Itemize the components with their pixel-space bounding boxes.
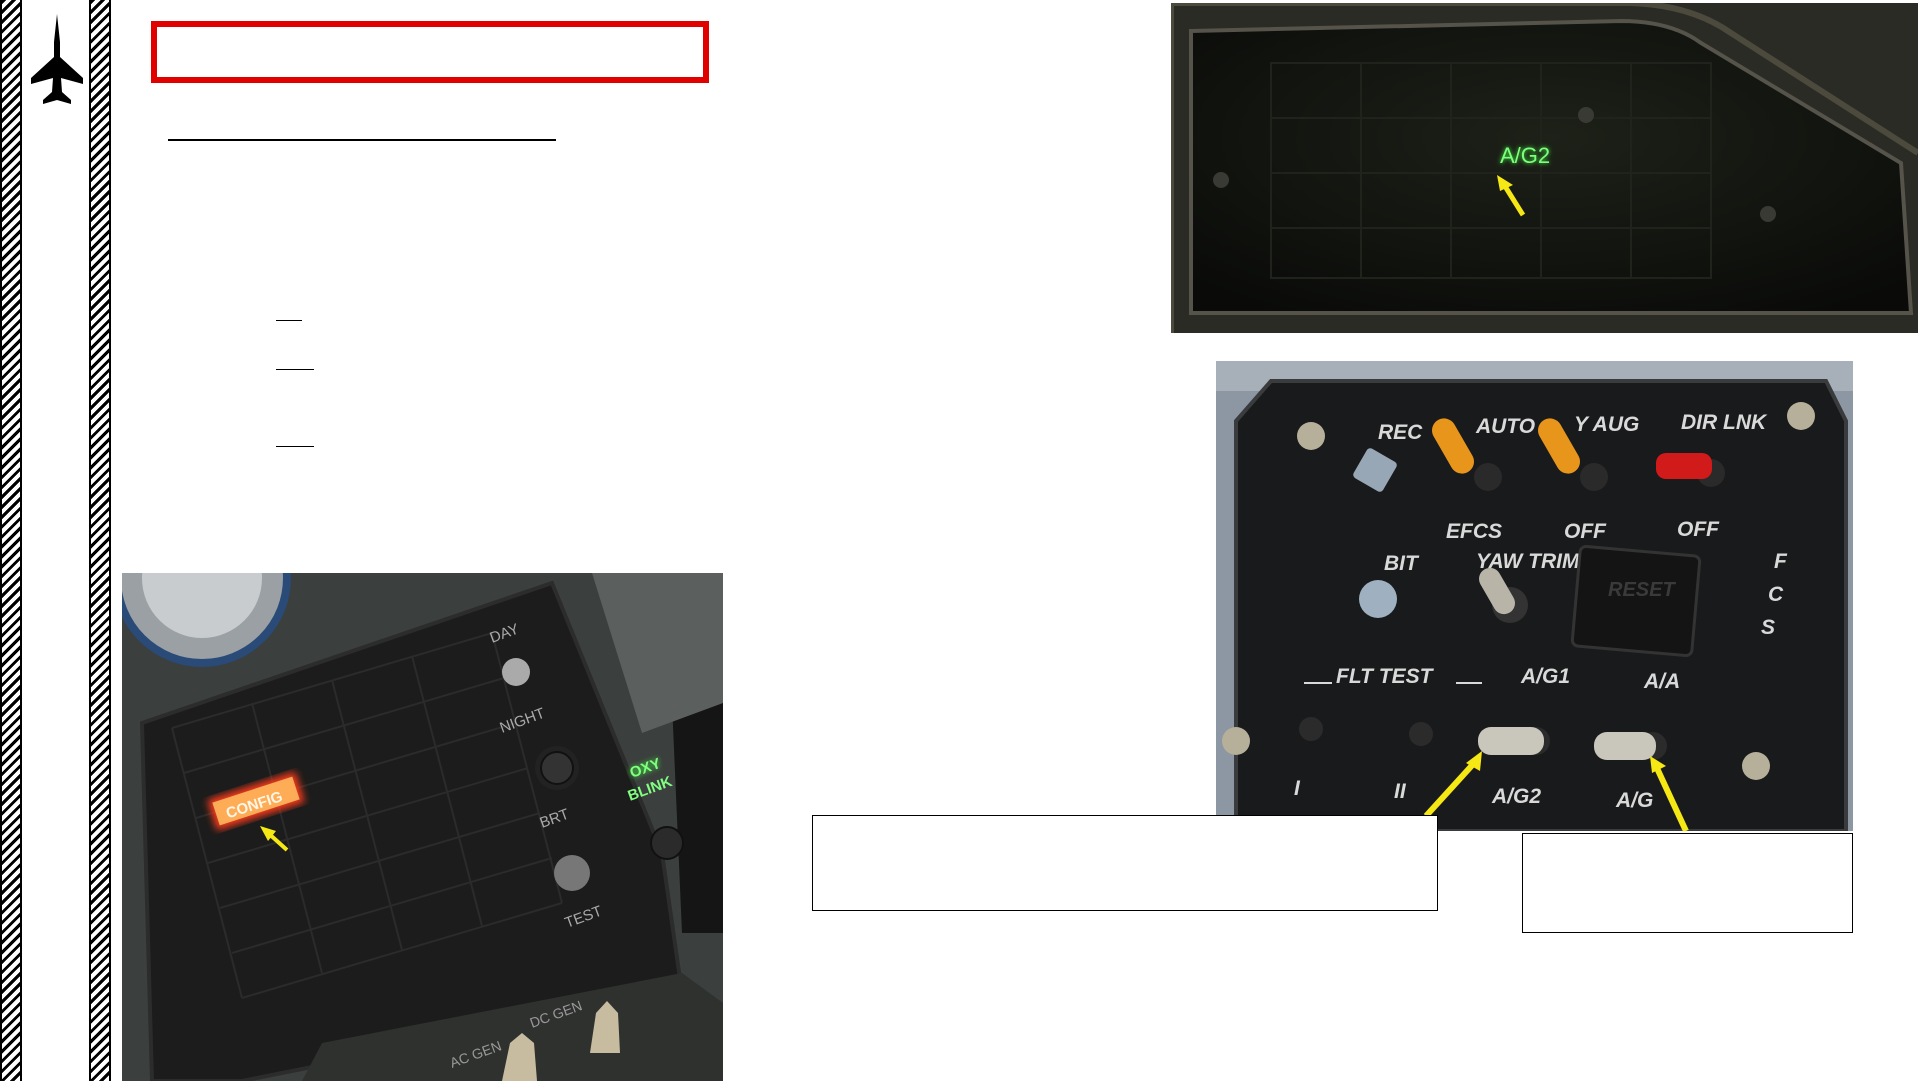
fcs-ii-label: II [1394,780,1407,803]
fcs-s-label: S [1761,616,1775,639]
sidebar-hatch-right [89,0,111,1081]
brt-knob[interactable] [540,751,574,785]
fcs-rec-label: REC [1378,421,1423,444]
caution-lit-label: A/G2 [1500,143,1550,168]
fcs-reset-button[interactable] [1570,544,1702,658]
heading-underline [168,139,556,141]
fcs-flttest-ii-switch[interactable] [1409,722,1433,746]
day-night-switch[interactable] [502,658,530,686]
sidebar-hatch-left [0,0,22,1081]
title-box [151,21,709,83]
fcs-bit-label: BIT [1384,552,1420,575]
fcs-auto-label: AUTO [1475,415,1535,438]
fcs-dirlnk-label: DIR LNK [1681,411,1768,434]
fcs-ag2-label: A/G2 [1491,785,1541,808]
oxy-knob[interactable] [650,826,684,860]
fcs-off-label-1: OFF [1564,520,1607,543]
fcs-off-label-2: OFF [1677,518,1720,541]
jet-icon [31,14,83,104]
fcs-aa-ag-switch[interactable] [1594,732,1667,760]
list-dash-1 [276,320,302,321]
test-button[interactable] [554,855,590,891]
fcs-flttest-label: FLT TEST [1336,665,1435,688]
fcs-ag1-label: A/G1 [1520,665,1570,688]
fcs-f-label: F [1774,550,1788,573]
fcs-aa-label: A/A [1643,670,1680,693]
callout-box-right [1522,833,1853,933]
fcs-panel-image: REC AUTO Y AUG DIR LNK EFCS OFF OFF BIT … [1216,361,1853,831]
fcs-efcs-label: EFCS [1446,520,1502,543]
fcs-bit-button[interactable] [1359,580,1397,618]
list-dash-2 [276,369,314,370]
caution-light-panel-image: A/G2 A/G2 [1171,3,1918,333]
fcs-flttest-i-switch[interactable] [1299,717,1323,741]
fcs-c-label: C [1768,583,1784,606]
fcs-yaug-label: Y AUG [1574,413,1639,436]
list-dash-3 [276,446,314,447]
fcs-reset-label: RESET [1608,579,1676,601]
fcs-ag-label: A/G [1615,789,1653,812]
callout-box-left [812,815,1438,911]
warning-panel-image: CONFIG DAY NIGHT BRT TEST OXY OXY BLINK … [122,573,723,1081]
fcs-ag1-ag2-switch[interactable] [1478,727,1550,755]
